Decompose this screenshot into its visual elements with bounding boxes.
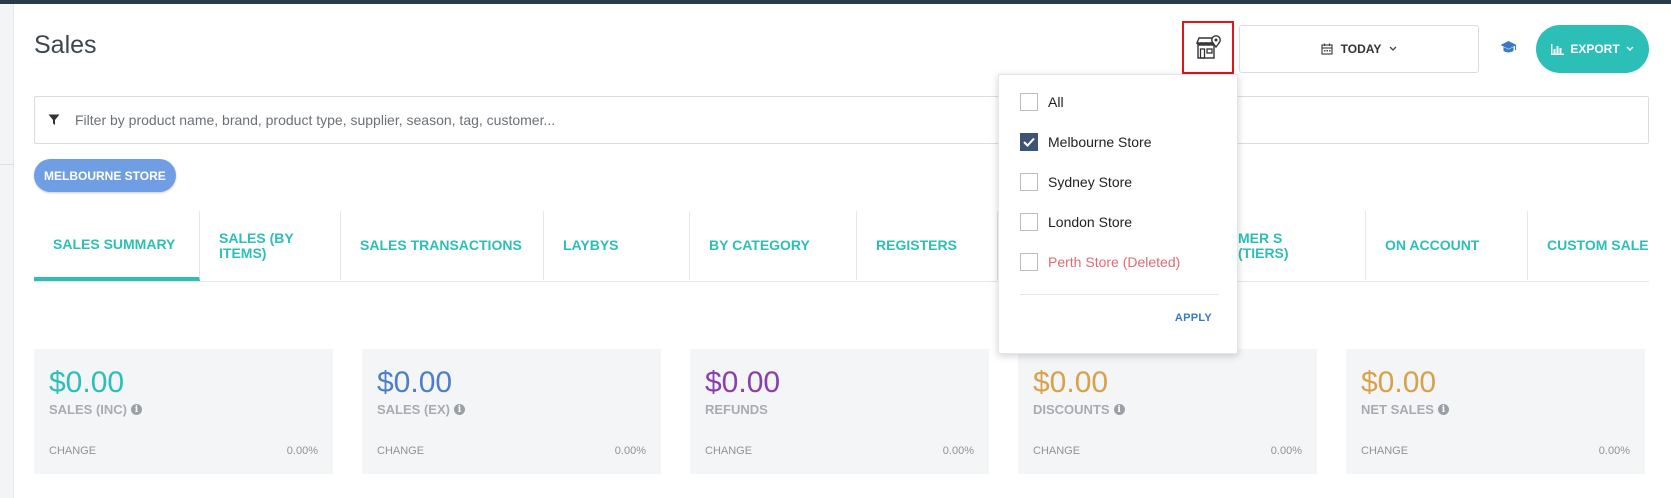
date-range-label: TODAY	[1340, 42, 1382, 56]
left-sidebar-edge	[0, 4, 14, 498]
export-label: EXPORT	[1570, 42, 1620, 56]
tab-sales-transactions[interactable]: SALES TRANSACTIONS	[341, 211, 544, 280]
active-filter-chip[interactable]: MELBOURNE STORE	[34, 159, 176, 192]
card-value: $0.00	[1033, 366, 1109, 399]
store-filter-button[interactable]	[1182, 21, 1234, 74]
store-option-london[interactable]: London Store	[1020, 213, 1132, 231]
tab-sales-summary[interactable]: SALES SUMMARY	[34, 211, 200, 281]
card-label: NET SALES i	[1361, 402, 1449, 417]
store-option-sydney[interactable]: Sydney Store	[1020, 173, 1132, 191]
summary-card-net-sales: $0.00 NET SALES i CHANGE 0.00%	[1346, 349, 1645, 474]
store-option-label: Sydney Store	[1048, 174, 1133, 190]
store-location-icon	[1195, 34, 1221, 59]
card-change-value: 0.00%	[1598, 445, 1630, 457]
card-label-text: DISCOUNTS	[1033, 402, 1110, 417]
checkbox[interactable]	[1020, 93, 1038, 111]
checkbox-checked[interactable]	[1020, 133, 1038, 151]
card-label: REFUNDS	[705, 402, 768, 417]
bar-chart-icon	[1551, 43, 1565, 55]
card-value: $0.00	[49, 366, 125, 399]
store-option-label: London Store	[1048, 214, 1133, 230]
tab-laybys[interactable]: LAYBYS	[544, 211, 690, 280]
filter-input[interactable]	[73, 111, 1648, 129]
store-option-all[interactable]: All	[1020, 93, 1064, 111]
tutorial-icon[interactable]	[1500, 40, 1517, 59]
info-icon[interactable]: i	[1437, 404, 1449, 415]
card-change-value: 0.00%	[942, 445, 974, 457]
card-value: $0.00	[705, 366, 781, 399]
filter-icon	[48, 114, 60, 126]
tab-custom-sale[interactable]: CUSTOM SALE	[1528, 211, 1649, 280]
summary-card-discounts: $0.00 DISCOUNTS i CHANGE 0.00%	[1018, 349, 1317, 474]
card-change-value: 0.00%	[1270, 445, 1302, 457]
tab-sales-by-items[interactable]: SALES (BY ITEMS)	[200, 211, 341, 280]
info-icon[interactable]: i	[1113, 404, 1125, 415]
store-option-label: Melbourne Store	[1048, 134, 1152, 150]
dropdown-divider	[1020, 294, 1218, 295]
card-label-text: SALES (INC)	[49, 402, 127, 417]
apply-button[interactable]: APPLY	[1175, 312, 1212, 324]
card-change-value: 0.00%	[614, 445, 646, 457]
card-change-label: CHANGE	[49, 445, 97, 457]
page-title: Sales	[34, 31, 97, 59]
store-option-label: All	[1048, 94, 1064, 110]
tab-on-account[interactable]: ON ACCOUNT	[1366, 211, 1528, 280]
date-range-button[interactable]: TODAY	[1239, 25, 1479, 73]
card-change-label: CHANGE	[377, 445, 425, 457]
filter-bar	[34, 96, 1649, 144]
card-label-text: SALES (EX)	[377, 402, 450, 417]
card-label: SALES (EX) i	[377, 402, 465, 417]
store-option-melbourne[interactable]: Melbourne Store	[1020, 133, 1152, 151]
tab-by-category[interactable]: BY CATEGORY	[690, 211, 857, 280]
card-change-label: CHANGE	[1361, 445, 1409, 457]
card-value: $0.00	[377, 366, 453, 399]
card-change-label: CHANGE	[1033, 445, 1081, 457]
card-label: SALES (INC) i	[49, 402, 142, 417]
card-change-label: CHANGE	[705, 445, 753, 457]
checkbox[interactable]	[1020, 213, 1038, 231]
card-label-text: NET SALES	[1361, 402, 1434, 417]
card-change-value: 0.00%	[286, 445, 318, 457]
info-icon[interactable]: i	[131, 404, 142, 415]
report-tabs: SALES SUMMARY SALES (BY ITEMS) SALES TRA…	[34, 211, 1649, 282]
store-dropdown: All Melbourne Store Sydney Store London …	[998, 74, 1238, 354]
chevron-down-icon	[1389, 46, 1397, 51]
card-label-text: REFUNDS	[705, 402, 768, 417]
tab-registers[interactable]: REGISTERS	[857, 211, 998, 280]
calendar-icon	[1321, 43, 1333, 55]
card-value: $0.00	[1361, 366, 1437, 399]
checkbox[interactable]	[1020, 253, 1038, 271]
export-button[interactable]: EXPORT	[1536, 25, 1649, 73]
checkmark-icon	[1023, 137, 1035, 147]
checkbox[interactable]	[1020, 173, 1038, 191]
top-bar	[0, 0, 1671, 4]
chevron-down-icon	[1626, 46, 1634, 51]
info-icon[interactable]: i	[453, 404, 465, 415]
store-option-perth[interactable]: Perth Store (Deleted)	[1020, 253, 1180, 271]
store-option-label-deleted: Perth Store (Deleted)	[1048, 254, 1181, 270]
card-label: DISCOUNTS i	[1033, 402, 1125, 417]
summary-card-refunds: $0.00 REFUNDS CHANGE 0.00%	[690, 349, 989, 474]
summary-card-sales-ex: $0.00 SALES (EX) i CHANGE 0.00%	[362, 349, 661, 474]
summary-card-sales-inc: $0.00 SALES (INC) i CHANGE 0.00%	[34, 349, 333, 474]
